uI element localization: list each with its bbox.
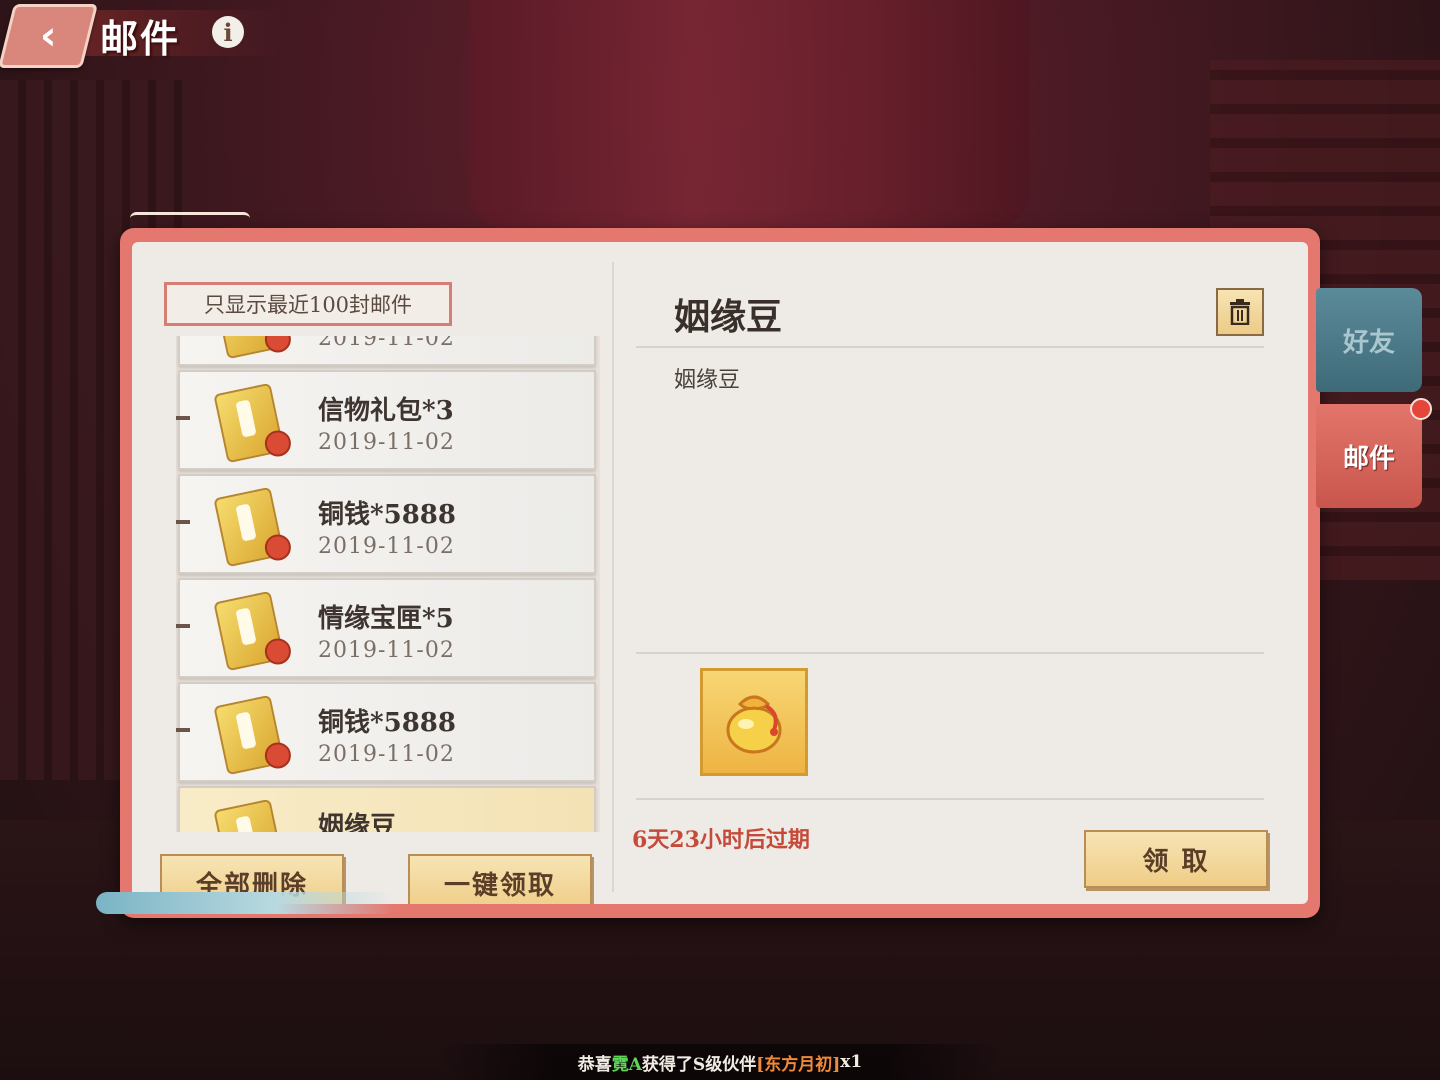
mail-item-date: 2019-11-02	[318, 430, 455, 455]
page-title: 邮件	[100, 16, 181, 61]
column-divider	[612, 262, 614, 892]
broadcast-partner: [东方月初]	[756, 1054, 841, 1075]
system-broadcast: 恭喜 霓A 获得了S级伙伴 [东方月初] x1	[440, 1044, 1000, 1080]
wax-seal-icon	[264, 430, 291, 457]
back-arrow-icon: ‹	[39, 13, 57, 59]
mail-item-title: 情缘宝匣*5	[318, 604, 454, 634]
mail-panel-inner: 只显示最近100封邮件 2019-11-02 信物礼包*3 2019-11-02	[132, 242, 1308, 904]
list-pin	[176, 624, 190, 628]
lucky-bean-pouch-icon	[726, 695, 782, 754]
reward-divider-bottom	[636, 798, 1264, 800]
delete-mail-button[interactable]	[1216, 288, 1264, 336]
list-pin	[176, 520, 190, 524]
mail-item-date: 2019-11-02	[318, 534, 455, 559]
mail-item-date: 2019-11-02	[318, 742, 455, 767]
claim-button[interactable]: 领 取	[1084, 830, 1268, 888]
mail-envelope-icon	[213, 382, 291, 464]
list-pin	[176, 416, 190, 420]
mail-item-date: 2019-11-02	[318, 638, 455, 663]
mail-envelope-open-icon	[213, 798, 285, 832]
mail-envelope-icon	[213, 486, 291, 568]
mail-item[interactable]: 铜钱*5888 2019-11-02	[176, 474, 596, 574]
mail-envelope-icon	[213, 336, 291, 360]
panel-cloud-decoration	[96, 892, 396, 914]
detail-title-divider	[636, 346, 1264, 348]
wax-seal-icon	[264, 534, 291, 561]
reward-item-slot[interactable]	[700, 668, 808, 776]
notification-dot	[1410, 398, 1432, 420]
top-header: ‹ 邮件 i	[0, 0, 300, 70]
background-curtain	[470, 0, 1030, 230]
wax-seal-icon	[264, 638, 291, 665]
tab-mail[interactable]: 邮件	[1316, 404, 1422, 508]
mail-item-title: 铜钱*5888	[318, 708, 456, 738]
panel-ribbon-top	[130, 212, 250, 225]
expire-countdown: 6天23小时后过期	[632, 827, 810, 853]
list-pin	[176, 728, 190, 732]
mail-item-title: 信物礼包*3	[318, 396, 454, 426]
mail-item-title: 铜钱*5888	[318, 500, 456, 530]
tab-friends[interactable]: 好友	[1316, 288, 1422, 392]
mail-item-title: 姻缘豆	[318, 812, 397, 832]
mail-item-selected[interactable]: 姻缘豆	[178, 786, 596, 832]
trash-icon	[1230, 299, 1250, 325]
broadcast-player: 霓A	[611, 1054, 642, 1075]
mail-detail-title: 姻缘豆	[674, 296, 783, 338]
mail-detail-body: 姻缘豆	[674, 368, 741, 393]
claim-all-button[interactable]: 一键领取	[408, 854, 592, 904]
back-button[interactable]: ‹	[0, 4, 98, 68]
broadcast-suffix: x1	[840, 1052, 863, 1072]
wax-seal-icon	[264, 336, 291, 353]
list-notice: 只显示最近100封邮件	[164, 282, 452, 326]
reward-divider-top	[636, 652, 1264, 654]
mail-item[interactable]: 2019-11-02	[178, 336, 596, 366]
mail-item[interactable]: 信物礼包*3 2019-11-02	[176, 370, 596, 470]
broadcast-prefix: 恭喜	[577, 1054, 612, 1075]
info-icon[interactable]: i	[212, 16, 244, 48]
mail-list[interactable]: 2019-11-02 信物礼包*3 2019-11-02 铜钱*5888 201…	[176, 336, 600, 832]
mail-envelope-icon	[213, 694, 291, 776]
mail-envelope-icon	[213, 590, 291, 672]
mail-item[interactable]: 铜钱*5888 2019-11-02	[176, 682, 596, 782]
mail-item-date: 2019-11-02	[318, 336, 455, 351]
mail-panel: 只显示最近100封邮件 2019-11-02 信物礼包*3 2019-11-02	[120, 228, 1320, 918]
wax-seal-icon	[264, 742, 291, 769]
mail-list-column: 只显示最近100封邮件 2019-11-02 信物礼包*3 2019-11-02	[160, 266, 600, 904]
broadcast-middle: 获得了S级伙伴	[641, 1054, 757, 1075]
mail-item[interactable]: 情缘宝匣*5 2019-11-02	[176, 578, 596, 678]
